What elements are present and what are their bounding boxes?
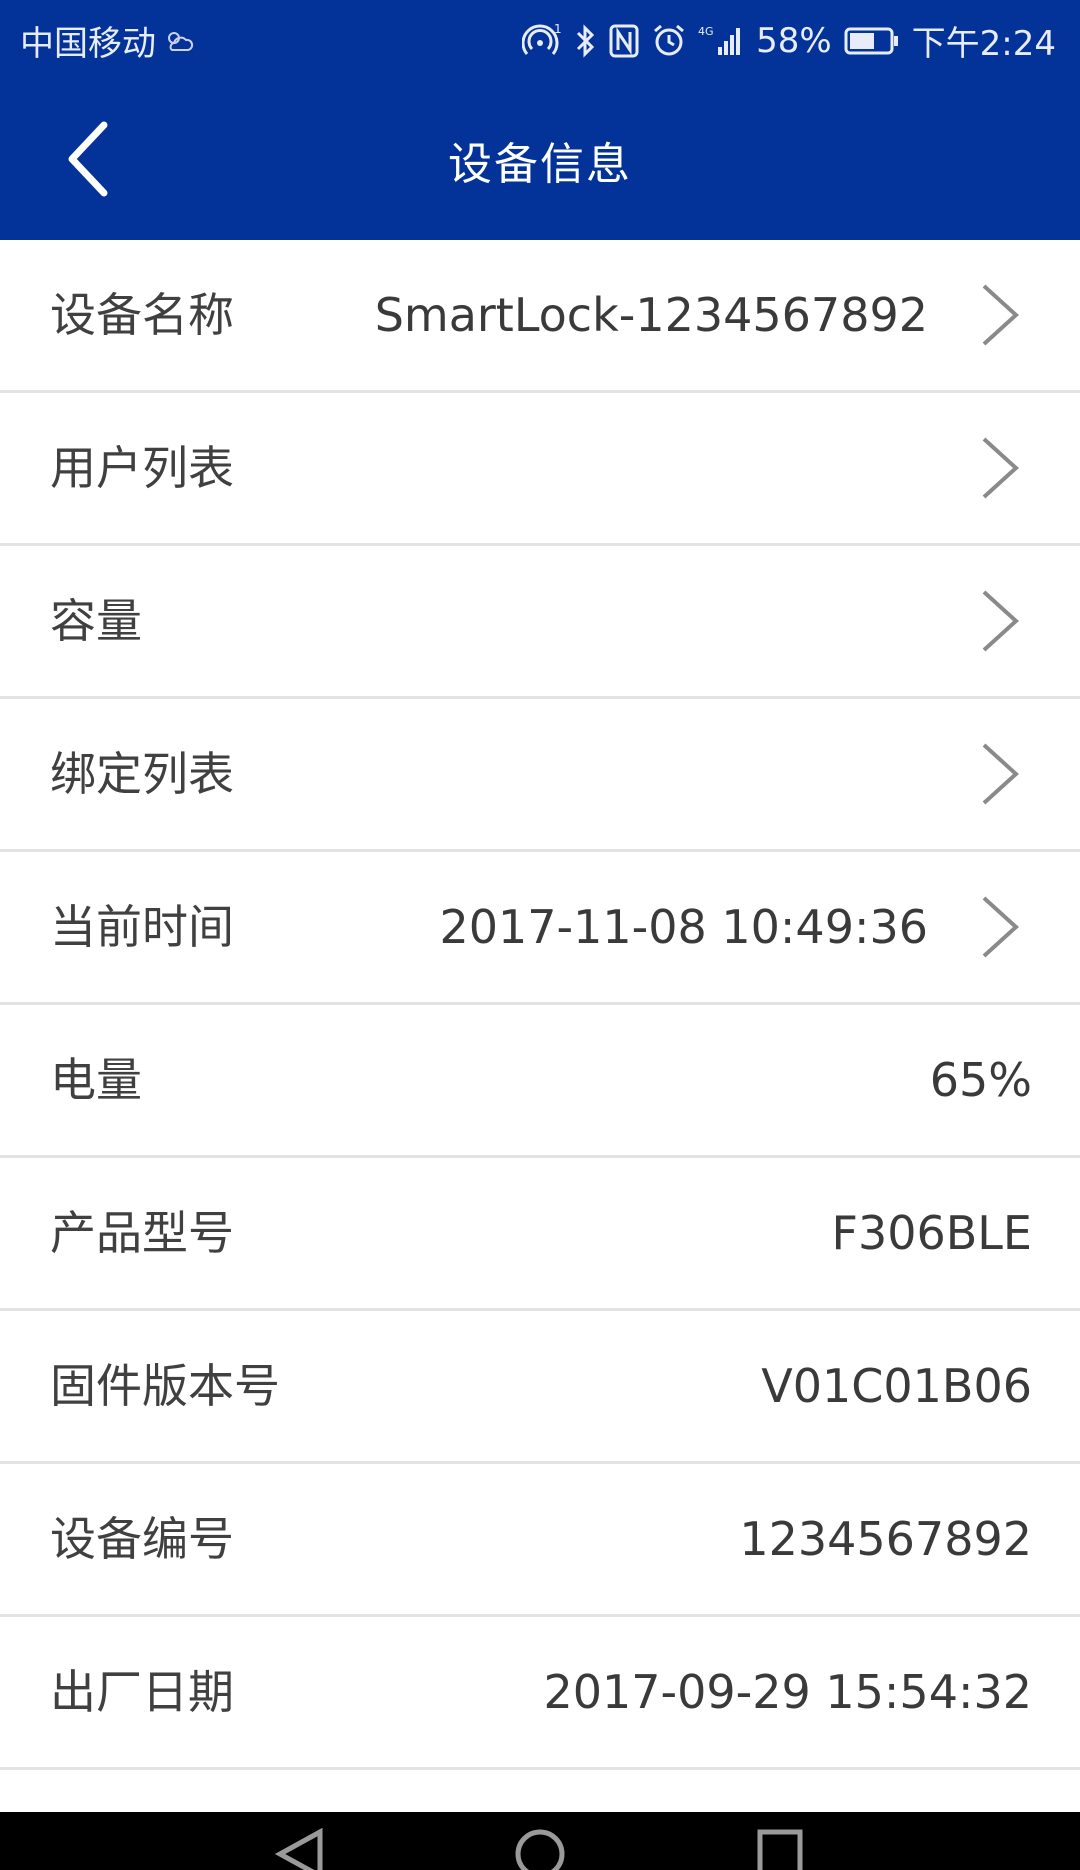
row-battery-level: 电量 65% bbox=[0, 1005, 1080, 1158]
device-info-list: 设备名称 SmartLock-1234567892 用户列表 容量 绑定列表 当… bbox=[0, 240, 1080, 1770]
status-bar: 中国移动 1 4G 58% 下午2:24 bbox=[0, 0, 1080, 76]
row-manufacture-date: 出厂日期 2017-09-29 15:54:32 bbox=[0, 1617, 1080, 1770]
row-firmware-version: 固件版本号 V01C01B06 bbox=[0, 1311, 1080, 1464]
nfc-icon bbox=[608, 23, 640, 59]
row-value: 1234567892 bbox=[739, 1512, 1032, 1566]
row-label: 当前时间 bbox=[50, 900, 234, 954]
triangle-back-icon[interactable] bbox=[272, 1826, 326, 1870]
chevron-right-icon bbox=[982, 896, 1019, 958]
row-value: 2017-09-29 15:54:32 bbox=[543, 1665, 1032, 1719]
row-label: 绑定列表 bbox=[50, 747, 234, 801]
row-label: 出厂日期 bbox=[50, 1665, 234, 1719]
chevron-right-icon bbox=[982, 743, 1019, 805]
row-device-number: 设备编号 1234567892 bbox=[0, 1464, 1080, 1617]
circle-home-icon[interactable] bbox=[512, 1826, 568, 1870]
row-label: 容量 bbox=[50, 594, 142, 648]
row-capacity[interactable]: 容量 bbox=[0, 546, 1080, 699]
app-header: 中国移动 1 4G 58% 下午2:24 设备信息 bbox=[0, 0, 1080, 240]
battery-icon bbox=[844, 26, 900, 56]
hotspot-icon: 1 bbox=[522, 23, 562, 59]
row-value: 65% bbox=[929, 1053, 1032, 1107]
battery-percent: 58% bbox=[756, 20, 832, 61]
row-value: SmartLock-1234567892 bbox=[374, 288, 928, 342]
bluetooth-icon bbox=[574, 23, 596, 59]
weather-icon bbox=[164, 28, 194, 54]
row-current-time[interactable]: 当前时间 2017-11-08 10:49:36 bbox=[0, 852, 1080, 1005]
chevron-right-icon bbox=[982, 590, 1019, 652]
clock-time: 下午2:24 bbox=[911, 24, 1056, 64]
row-binding-list[interactable]: 绑定列表 bbox=[0, 699, 1080, 852]
row-value: 2017-11-08 10:49:36 bbox=[439, 900, 928, 954]
system-navigation-bar bbox=[0, 1812, 1080, 1870]
chevron-right-icon bbox=[982, 284, 1019, 346]
navigation-bar: 设备信息 bbox=[0, 76, 1080, 240]
row-device-name[interactable]: 设备名称 SmartLock-1234567892 bbox=[0, 240, 1080, 393]
carrier-label: 中国移动 bbox=[20, 24, 156, 64]
row-user-list[interactable]: 用户列表 bbox=[0, 393, 1080, 546]
square-recent-icon[interactable] bbox=[756, 1826, 806, 1870]
svg-text:4G: 4G bbox=[698, 25, 714, 38]
row-label: 固件版本号 bbox=[50, 1359, 280, 1413]
row-product-model: 产品型号 F306BLE bbox=[0, 1158, 1080, 1311]
row-label: 电量 bbox=[50, 1053, 142, 1107]
row-label: 设备名称 bbox=[50, 288, 234, 342]
row-label: 产品型号 bbox=[50, 1206, 234, 1260]
chevron-right-icon bbox=[982, 437, 1019, 499]
row-label: 设备编号 bbox=[50, 1512, 234, 1566]
row-value: V01C01B06 bbox=[761, 1359, 1032, 1413]
svg-text:1: 1 bbox=[554, 23, 562, 36]
signal-icon: 4G bbox=[698, 23, 744, 59]
page-title: 设备信息 bbox=[448, 139, 632, 190]
row-value: F306BLE bbox=[831, 1206, 1032, 1260]
alarm-icon bbox=[652, 23, 686, 59]
row-label: 用户列表 bbox=[50, 441, 234, 495]
